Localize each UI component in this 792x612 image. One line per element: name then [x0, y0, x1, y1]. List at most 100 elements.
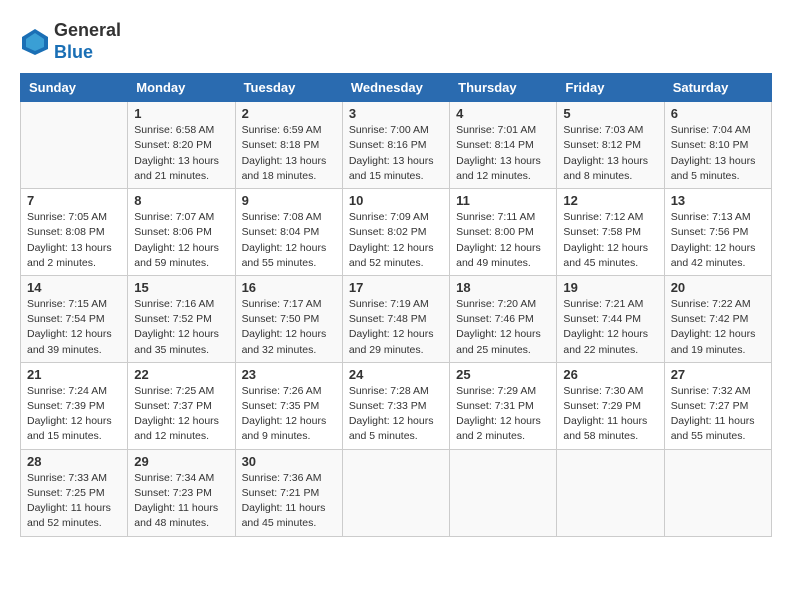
calendar-header-row: SundayMondayTuesdayWednesdayThursdayFrid…: [21, 74, 772, 102]
day-info: Sunrise: 7:26 AM Sunset: 7:35 PM Dayligh…: [242, 384, 336, 445]
day-info: Sunrise: 7:01 AM Sunset: 8:14 PM Dayligh…: [456, 123, 550, 184]
day-number: 14: [27, 280, 121, 295]
day-number: 30: [242, 454, 336, 469]
day-number: 8: [134, 193, 228, 208]
day-number: 18: [456, 280, 550, 295]
calendar-cell: [450, 449, 557, 536]
calendar-cell: 2 Sunrise: 6:59 AM Sunset: 8:18 PM Daylig…: [235, 102, 342, 189]
calendar-cell: [557, 449, 664, 536]
day-info: Sunrise: 6:58 AM Sunset: 8:20 PM Dayligh…: [134, 123, 228, 184]
calendar-cell: 23 Sunrise: 7:26 AM Sunset: 7:35 PM Dayli…: [235, 362, 342, 449]
day-number: 11: [456, 193, 550, 208]
day-number: 16: [242, 280, 336, 295]
logo: GeneralBlue: [20, 20, 121, 63]
calendar-cell: 12 Sunrise: 7:12 AM Sunset: 7:58 PM Dayli…: [557, 189, 664, 276]
day-number: 29: [134, 454, 228, 469]
calendar-cell: 10 Sunrise: 7:09 AM Sunset: 8:02 PM Dayli…: [342, 189, 449, 276]
calendar-cell: 29Sunrise: 7:34 AM Sunset: 7:23 PM Dayli…: [128, 449, 235, 536]
day-number: 28: [27, 454, 121, 469]
day-info: Sunrise: 7:09 AM Sunset: 8:02 PM Dayligh…: [349, 210, 443, 271]
day-number: 5: [563, 106, 657, 121]
calendar-cell: 17 Sunrise: 7:19 AM Sunset: 7:48 PM Dayli…: [342, 275, 449, 362]
calendar-cell: 3Sunrise: 7:00 AM Sunset: 8:16 PM Daylig…: [342, 102, 449, 189]
calendar-cell: 7 Sunrise: 7:05 AM Sunset: 8:08 PM Daylig…: [21, 189, 128, 276]
calendar-cell: 25Sunrise: 7:29 AM Sunset: 7:31 PM Dayli…: [450, 362, 557, 449]
day-info: Sunrise: 7:13 AM Sunset: 7:56 PM Dayligh…: [671, 210, 765, 271]
day-number: 4: [456, 106, 550, 121]
day-info: Sunrise: 7:05 AM Sunset: 8:08 PM Dayligh…: [27, 210, 121, 271]
calendar-cell: 13 Sunrise: 7:13 AM Sunset: 7:56 PM Dayli…: [664, 189, 771, 276]
day-number: 12: [563, 193, 657, 208]
calendar-cell: [21, 102, 128, 189]
day-info: Sunrise: 7:24 AM Sunset: 7:39 PM Dayligh…: [27, 384, 121, 445]
calendar: SundayMondayTuesdayWednesdayThursdayFrid…: [20, 73, 772, 536]
calendar-cell: 6Sunrise: 7:04 AM Sunset: 8:10 PM Daylig…: [664, 102, 771, 189]
calendar-week-row: 7 Sunrise: 7:05 AM Sunset: 8:08 PM Daylig…: [21, 189, 772, 276]
day-info: Sunrise: 7:25 AM Sunset: 7:37 PM Dayligh…: [134, 384, 228, 445]
day-info: Sunrise: 7:19 AM Sunset: 7:48 PM Dayligh…: [349, 297, 443, 358]
logo-text: GeneralBlue: [54, 20, 121, 63]
day-number: 22: [134, 367, 228, 382]
day-number: 10: [349, 193, 443, 208]
day-info: Sunrise: 7:04 AM Sunset: 8:10 PM Dayligh…: [671, 123, 765, 184]
day-number: 20: [671, 280, 765, 295]
calendar-cell: 26 Sunrise: 7:30 AM Sunset: 7:29 PM Dayli…: [557, 362, 664, 449]
day-info: Sunrise: 7:00 AM Sunset: 8:16 PM Dayligh…: [349, 123, 443, 184]
calendar-body: 1 Sunrise: 6:58 AM Sunset: 8:20 PM Daylig…: [21, 102, 772, 536]
calendar-cell: 21Sunrise: 7:24 AM Sunset: 7:39 PM Dayli…: [21, 362, 128, 449]
day-info: Sunrise: 7:33 AM Sunset: 7:25 PM Dayligh…: [27, 471, 121, 532]
day-number: 7: [27, 193, 121, 208]
day-number: 2: [242, 106, 336, 121]
day-info: Sunrise: 7:28 AM Sunset: 7:33 PM Dayligh…: [349, 384, 443, 445]
calendar-cell: 9 Sunrise: 7:08 AM Sunset: 8:04 PM Daylig…: [235, 189, 342, 276]
day-info: Sunrise: 7:32 AM Sunset: 7:27 PM Dayligh…: [671, 384, 765, 445]
day-number: 9: [242, 193, 336, 208]
calendar-cell: 15Sunrise: 7:16 AM Sunset: 7:52 PM Dayli…: [128, 275, 235, 362]
calendar-cell: 28 Sunrise: 7:33 AM Sunset: 7:25 PM Dayli…: [21, 449, 128, 536]
calendar-cell: 19Sunrise: 7:21 AM Sunset: 7:44 PM Dayli…: [557, 275, 664, 362]
day-number: 17: [349, 280, 443, 295]
calendar-cell: 5 Sunrise: 7:03 AM Sunset: 8:12 PM Daylig…: [557, 102, 664, 189]
calendar-header-saturday: Saturday: [664, 74, 771, 102]
calendar-header-monday: Monday: [128, 74, 235, 102]
calendar-header-tuesday: Tuesday: [235, 74, 342, 102]
calendar-week-row: 1 Sunrise: 6:58 AM Sunset: 8:20 PM Daylig…: [21, 102, 772, 189]
calendar-cell: [664, 449, 771, 536]
calendar-cell: 20Sunrise: 7:22 AM Sunset: 7:42 PM Dayli…: [664, 275, 771, 362]
day-info: Sunrise: 7:36 AM Sunset: 7:21 PM Dayligh…: [242, 471, 336, 532]
calendar-header-wednesday: Wednesday: [342, 74, 449, 102]
calendar-header-friday: Friday: [557, 74, 664, 102]
logo-icon: [20, 27, 50, 57]
day-number: 1: [134, 106, 228, 121]
calendar-header-thursday: Thursday: [450, 74, 557, 102]
day-number: 26: [563, 367, 657, 382]
day-info: Sunrise: 6:59 AM Sunset: 8:18 PM Dayligh…: [242, 123, 336, 184]
day-info: Sunrise: 7:21 AM Sunset: 7:44 PM Dayligh…: [563, 297, 657, 358]
day-number: 23: [242, 367, 336, 382]
day-info: Sunrise: 7:30 AM Sunset: 7:29 PM Dayligh…: [563, 384, 657, 445]
day-info: Sunrise: 7:11 AM Sunset: 8:00 PM Dayligh…: [456, 210, 550, 271]
day-info: Sunrise: 7:12 AM Sunset: 7:58 PM Dayligh…: [563, 210, 657, 271]
calendar-cell: 11 Sunrise: 7:11 AM Sunset: 8:00 PM Dayli…: [450, 189, 557, 276]
logo-general: General: [54, 20, 121, 42]
day-info: Sunrise: 7:15 AM Sunset: 7:54 PM Dayligh…: [27, 297, 121, 358]
day-info: Sunrise: 7:20 AM Sunset: 7:46 PM Dayligh…: [456, 297, 550, 358]
calendar-cell: 18 Sunrise: 7:20 AM Sunset: 7:46 PM Dayli…: [450, 275, 557, 362]
calendar-cell: 4 Sunrise: 7:01 AM Sunset: 8:14 PM Daylig…: [450, 102, 557, 189]
calendar-week-row: 28 Sunrise: 7:33 AM Sunset: 7:25 PM Dayli…: [21, 449, 772, 536]
calendar-cell: 14 Sunrise: 7:15 AM Sunset: 7:54 PM Dayli…: [21, 275, 128, 362]
calendar-week-row: 14 Sunrise: 7:15 AM Sunset: 7:54 PM Dayli…: [21, 275, 772, 362]
day-info: Sunrise: 7:08 AM Sunset: 8:04 PM Dayligh…: [242, 210, 336, 271]
calendar-header-sunday: Sunday: [21, 74, 128, 102]
calendar-cell: 8Sunrise: 7:07 AM Sunset: 8:06 PM Daylig…: [128, 189, 235, 276]
logo-blue: Blue: [54, 42, 121, 64]
day-info: Sunrise: 7:16 AM Sunset: 7:52 PM Dayligh…: [134, 297, 228, 358]
calendar-cell: 24 Sunrise: 7:28 AM Sunset: 7:33 PM Dayli…: [342, 362, 449, 449]
page-header: GeneralBlue: [20, 20, 772, 63]
calendar-cell: [342, 449, 449, 536]
calendar-week-row: 21Sunrise: 7:24 AM Sunset: 7:39 PM Dayli…: [21, 362, 772, 449]
day-number: 24: [349, 367, 443, 382]
day-number: 27: [671, 367, 765, 382]
day-info: Sunrise: 7:03 AM Sunset: 8:12 PM Dayligh…: [563, 123, 657, 184]
day-number: 13: [671, 193, 765, 208]
